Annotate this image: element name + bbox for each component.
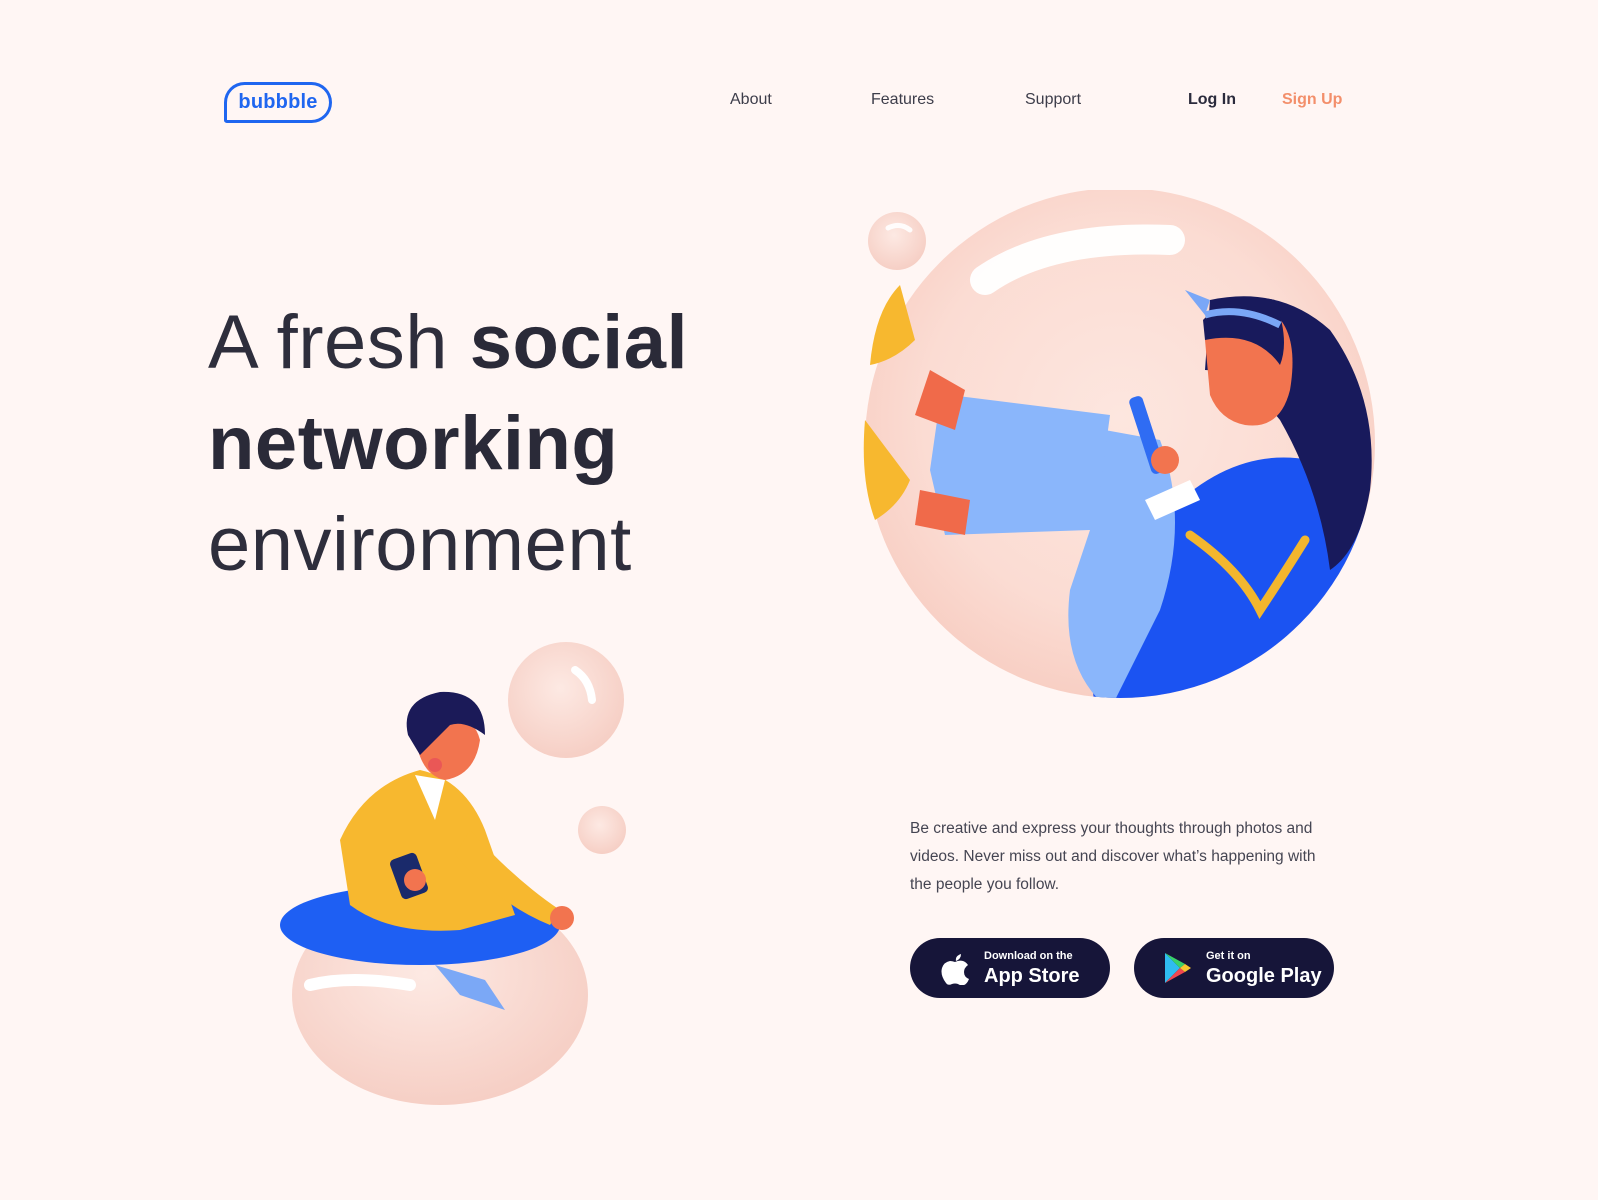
google-play-small-label: Get it on <box>1206 949 1251 962</box>
hero-headline: A fresh social networking environment <box>208 292 688 595</box>
app-store-big-label: App Store <box>984 964 1080 987</box>
app-store-small-label: Download on the <box>984 949 1073 962</box>
google-play-button[interactable]: Get it on Google Play <box>1134 938 1334 998</box>
logo[interactable]: bubbble <box>224 82 332 123</box>
logo-text: bubbble <box>238 91 318 113</box>
login-link[interactable]: Log In <box>1188 91 1236 109</box>
headline-line-2: networking <box>208 401 619 486</box>
signup-link[interactable]: Sign Up <box>1282 91 1342 109</box>
nav-link-support[interactable]: Support <box>1025 91 1081 109</box>
app-store-button[interactable]: Download on the App Store <box>910 938 1110 998</box>
headline-line-3: environment <box>208 502 632 587</box>
girl-in-bubble-illustration <box>863 190 1375 698</box>
hero-description: Be creative and express your thoughts th… <box>910 820 1316 893</box>
google-play-big-label: Google Play <box>1206 964 1322 987</box>
nav-link-features[interactable]: Features <box>871 91 934 109</box>
app-store-text: Download on the App Store <box>984 949 1080 987</box>
boy-on-bubble-illustration <box>280 642 626 1105</box>
headline-bold-text: social <box>469 300 689 385</box>
headline-light-text: A fresh <box>208 300 470 385</box>
headline-line-1: A fresh social <box>208 292 688 393</box>
nav-link-about[interactable]: About <box>730 91 772 109</box>
apple-icon <box>941 954 969 985</box>
google-play-text: Get it on Google Play <box>1206 949 1322 987</box>
google-play-icon <box>1165 953 1191 983</box>
